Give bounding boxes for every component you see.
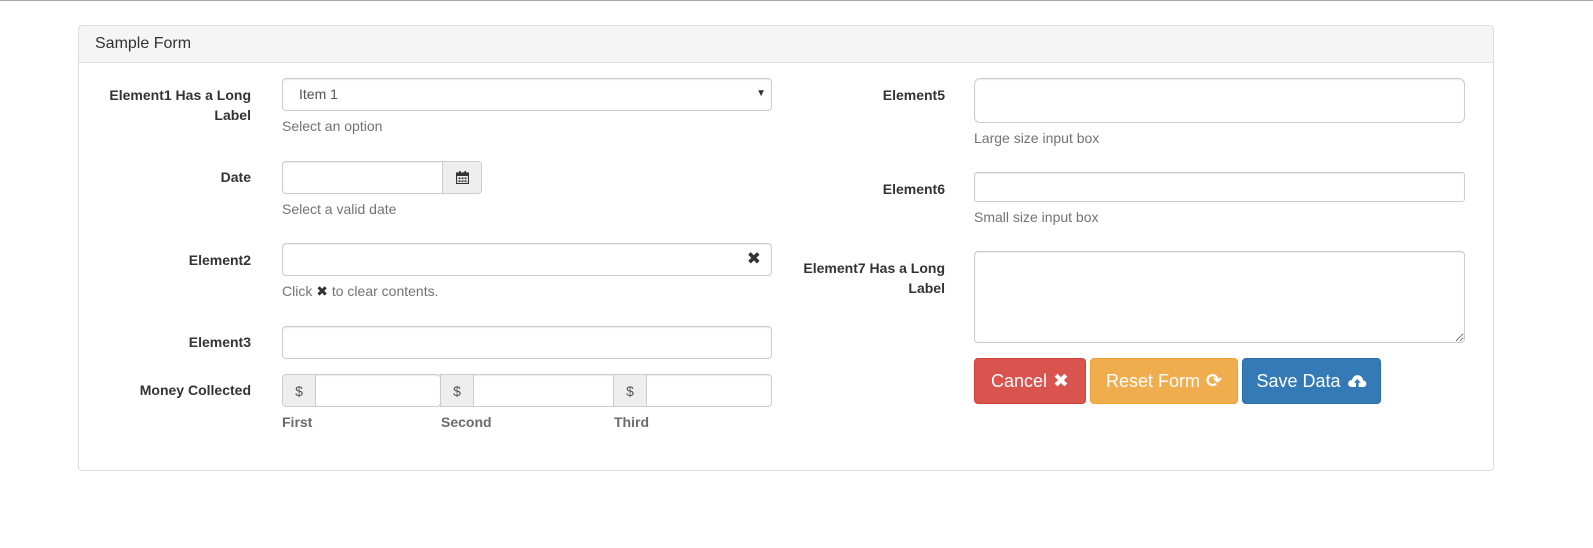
calendar-icon bbox=[455, 171, 469, 184]
money-third-sublabel: Third bbox=[614, 414, 649, 430]
element2-help-suffix: to clear contents. bbox=[331, 283, 439, 299]
dollar-addon: $ bbox=[441, 375, 474, 406]
date-field bbox=[282, 161, 482, 194]
element7-textarea[interactable] bbox=[975, 252, 1464, 342]
cancel-button-label: Cancel bbox=[991, 370, 1048, 391]
element1-help: Select an option bbox=[282, 118, 383, 134]
element5-input[interactable] bbox=[975, 79, 1464, 122]
reset-button-label: Reset Form bbox=[1106, 370, 1201, 391]
money-first-sublabel: First bbox=[282, 414, 313, 430]
cloud-upload-icon bbox=[1347, 375, 1366, 389]
element7-label: Element7 Has a Long Label bbox=[803, 260, 945, 296]
element5-label: Element5 bbox=[882, 87, 945, 103]
element2-field: ✖ bbox=[282, 243, 772, 276]
save-button-label: Save Data bbox=[1256, 370, 1341, 391]
save-data-button[interactable]: Save Data bbox=[1242, 358, 1381, 404]
clear-icon[interactable]: ✖ bbox=[747, 249, 761, 269]
date-help: Select a valid date bbox=[282, 201, 397, 217]
element2-label: Element2 bbox=[188, 252, 251, 268]
reset-form-button[interactable]: Reset Form ⟳ bbox=[1090, 358, 1238, 404]
element2-input[interactable] bbox=[283, 244, 738, 275]
element3-field bbox=[282, 326, 772, 359]
money-third-input[interactable] bbox=[647, 375, 771, 406]
close-icon: ✖ bbox=[1053, 370, 1069, 392]
element6-help: Small size input box bbox=[974, 209, 1099, 225]
top-divider bbox=[0, 0, 1593, 1]
date-label: Date bbox=[220, 169, 251, 185]
element1-select[interactable]: Item 1 ▼ bbox=[282, 78, 772, 111]
money-second-input[interactable] bbox=[474, 375, 613, 406]
element3-label: Element3 bbox=[188, 334, 251, 350]
element5-help: Large size input box bbox=[974, 130, 1100, 146]
element2-help: Click ✖ to clear contents. bbox=[282, 281, 438, 301]
refresh-icon: ⟳ bbox=[1206, 370, 1222, 392]
element2-help-prefix: Click bbox=[282, 283, 313, 299]
element6-field bbox=[974, 172, 1465, 202]
panel-title: Sample Form bbox=[79, 26, 1493, 63]
element5-field bbox=[974, 78, 1465, 123]
element1-selected-value: Item 1 bbox=[299, 86, 338, 102]
money-first-group: $ bbox=[282, 374, 441, 407]
element6-input[interactable] bbox=[975, 173, 1464, 201]
element7-field bbox=[974, 251, 1465, 343]
clear-icon: ✖ bbox=[316, 283, 328, 299]
cancel-button[interactable]: Cancel ✖ bbox=[974, 358, 1086, 404]
money-third-group: $ bbox=[613, 374, 772, 407]
date-input[interactable] bbox=[283, 162, 445, 193]
element3-input[interactable] bbox=[283, 327, 771, 358]
money-second-group: $ bbox=[440, 374, 614, 407]
money-first-input[interactable] bbox=[316, 375, 440, 406]
money-collected-label: Money Collected bbox=[139, 382, 251, 398]
calendar-button[interactable] bbox=[442, 162, 481, 193]
dollar-addon: $ bbox=[614, 375, 647, 406]
chevron-down-icon: ▼ bbox=[756, 88, 766, 99]
dollar-addon: $ bbox=[283, 375, 316, 406]
element6-label: Element6 bbox=[882, 181, 945, 197]
money-second-sublabel: Second bbox=[441, 414, 492, 430]
element1-label: Element1 Has a Long Label bbox=[109, 87, 251, 123]
